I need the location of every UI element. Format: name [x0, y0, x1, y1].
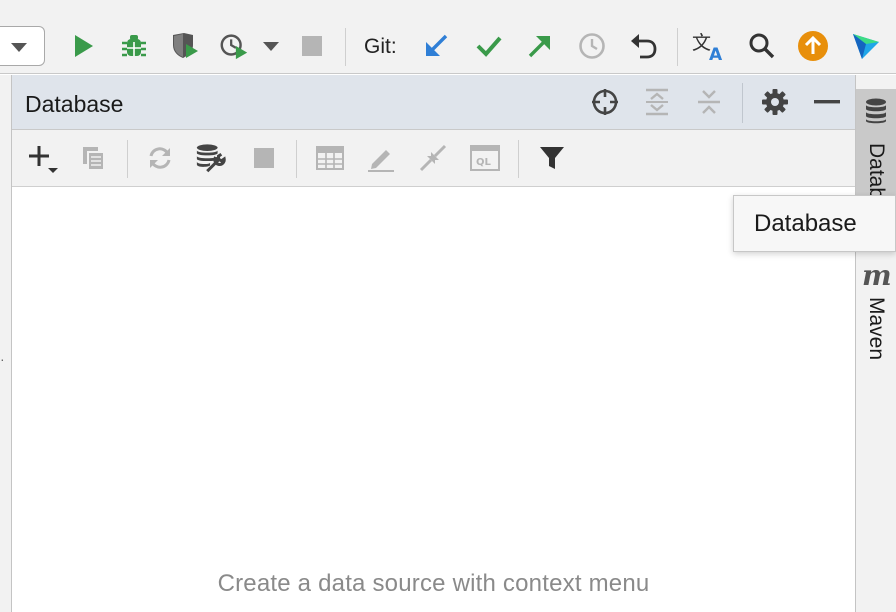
stop-icon[interactable]: [248, 142, 280, 174]
database-panel-header: Database: [12, 75, 855, 130]
right-tool-strip: Database m Maven: [855, 75, 896, 612]
git-push-icon[interactable]: [524, 30, 556, 62]
settings-icon[interactable]: [759, 86, 791, 118]
git-commit-icon[interactable]: [473, 30, 505, 62]
run-with-coverage-icon[interactable]: [169, 30, 201, 62]
refresh-icon[interactable]: [144, 142, 176, 174]
maven-tab-label[interactable]: Maven: [864, 297, 888, 360]
toolbox-icon[interactable]: [849, 30, 883, 62]
database-icon: [866, 98, 886, 124]
rollback-icon[interactable]: [628, 30, 660, 62]
update-available-icon[interactable]: [797, 30, 829, 62]
table-view-icon[interactable]: [314, 142, 346, 174]
toolbar-separator: [127, 140, 128, 178]
git-label: Git:: [364, 35, 397, 58]
filter-icon[interactable]: [536, 142, 568, 174]
history-icon[interactable]: [576, 30, 608, 62]
left-tool-strip: ·: [0, 75, 12, 612]
more-run-options-icon[interactable]: [257, 30, 285, 62]
toolbar-separator: [296, 140, 297, 178]
collapse-all-icon[interactable]: [693, 86, 725, 118]
data-source-properties-icon[interactable]: [195, 142, 227, 174]
hide-icon[interactable]: [811, 86, 843, 118]
svg-text:A: A: [709, 45, 723, 62]
empty-state-text: Create a data source with context menu: [217, 570, 650, 597]
edit-icon[interactable]: [365, 142, 397, 174]
toolbar-separator: [345, 28, 346, 66]
maven-icon: m: [862, 259, 892, 292]
add-icon[interactable]: [28, 142, 60, 174]
stop-icon[interactable]: [296, 30, 328, 62]
panel-title: Database: [25, 91, 124, 117]
svg-text:QL: QL: [476, 157, 492, 168]
tooltip-text: Database: [754, 210, 857, 237]
database-panel-toolbar: QL: [12, 130, 855, 187]
duplicate-icon[interactable]: [78, 142, 110, 174]
toolbar-separator: [677, 28, 678, 66]
header-separator: [742, 83, 743, 123]
run-icon[interactable]: [67, 30, 99, 62]
run-configuration-combo[interactable]: [0, 26, 45, 66]
jump-icon[interactable]: [417, 142, 449, 174]
search-icon[interactable]: [746, 30, 778, 62]
tooltip: Database: [733, 195, 896, 252]
expand-all-icon[interactable]: [641, 86, 673, 118]
profile-icon[interactable]: [218, 30, 250, 62]
toolbar-separator: [518, 140, 519, 178]
main-toolbar: Git: 文 A: [0, 0, 896, 74]
chevron-down-icon: [11, 43, 27, 52]
git-update-icon[interactable]: [420, 30, 452, 62]
database-tree-area[interactable]: Create a data source with context menu: [12, 188, 855, 612]
translate-icon[interactable]: 文 A: [692, 30, 728, 62]
query-console-icon[interactable]: QL: [469, 142, 501, 174]
debug-icon[interactable]: [118, 30, 150, 62]
left-strip-marker: ·: [0, 351, 5, 367]
locate-icon[interactable]: [589, 86, 621, 118]
